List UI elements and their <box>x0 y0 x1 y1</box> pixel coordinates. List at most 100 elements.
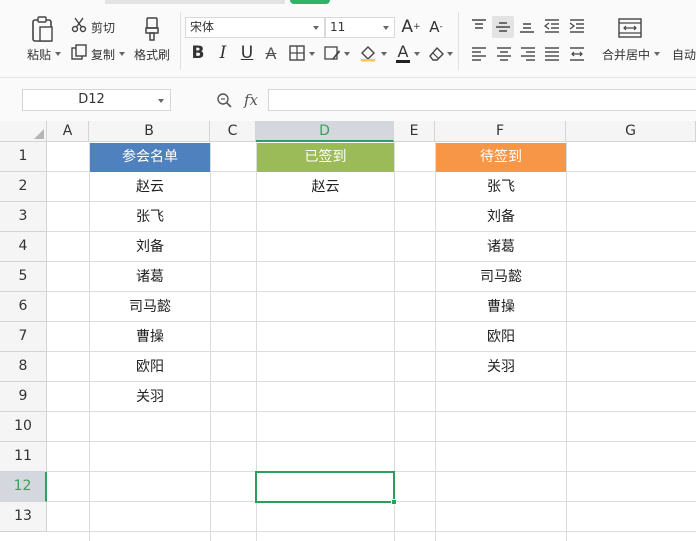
table-cell[interactable]: 赵云 <box>257 173 394 202</box>
table-cell[interactable]: 张飞 <box>90 203 210 232</box>
chevron-down-icon <box>313 26 319 30</box>
distributed-align-icon[interactable] <box>567 44 587 64</box>
header-cell-signed-in[interactable]: 已签到 <box>257 143 394 172</box>
italic-button[interactable]: I <box>213 42 233 64</box>
bold-button[interactable]: B <box>188 42 208 64</box>
align-center-icon[interactable] <box>494 44 514 64</box>
table-cell[interactable]: 刘备 <box>90 233 210 262</box>
row-header-7[interactable]: 7 <box>0 322 47 352</box>
fill-handle[interactable] <box>391 499 397 505</box>
column-header-c[interactable]: C <box>210 121 256 142</box>
font-color-bar <box>396 59 410 63</box>
row-header-1[interactable]: 1 <box>0 142 47 172</box>
table-cell[interactable]: 关羽 <box>436 353 566 382</box>
name-box[interactable]: D12 <box>22 89 171 111</box>
fill-color-dropdown-icon[interactable] <box>381 52 387 56</box>
align-bottom-icon[interactable] <box>517 16 537 36</box>
row-header-9[interactable]: 9 <box>0 382 47 412</box>
cell-style-dropdown-icon[interactable] <box>344 52 350 56</box>
copy-icon[interactable] <box>70 43 88 61</box>
autowrap-button[interactable]: 自动 <box>672 46 696 63</box>
table-cell[interactable]: 司马懿 <box>436 263 566 292</box>
cut-button[interactable]: 剪切 <box>91 19 115 36</box>
header-cell-attendee-list[interactable]: 参会名单 <box>90 143 210 172</box>
clear-dropdown-icon[interactable] <box>447 52 453 56</box>
active-tab-indicator <box>290 0 330 4</box>
table-cell[interactable]: 关羽 <box>90 383 210 412</box>
underline-button[interactable]: U <box>237 42 257 64</box>
row-header-10[interactable]: 10 <box>0 412 47 442</box>
quick-access-strip <box>105 0 285 4</box>
row-header-13[interactable]: 13 <box>0 502 47 532</box>
column-header-f[interactable]: F <box>435 121 566 142</box>
increase-font-size-icon[interactable]: A + <box>400 16 422 38</box>
table-cell[interactable]: 曹操 <box>90 323 210 352</box>
column-header-e[interactable]: E <box>394 121 435 142</box>
chevron-down-icon <box>383 26 389 30</box>
decrease-indent-icon[interactable] <box>542 16 562 36</box>
table-cell[interactable]: 曹操 <box>436 293 566 322</box>
increase-indent-icon[interactable] <box>567 16 587 36</box>
row-header-6[interactable]: 6 <box>0 292 47 322</box>
active-cell-d12[interactable] <box>255 471 397 505</box>
table-cell[interactable]: 欧阳 <box>90 353 210 382</box>
align-top-icon[interactable] <box>469 16 489 36</box>
paste-label[interactable]: 粘贴 <box>27 46 51 63</box>
font-size-value: 11 <box>330 20 346 34</box>
column-header-a[interactable]: A <box>47 121 89 142</box>
formula-bar: D12 fx <box>0 78 696 123</box>
select-all-corner[interactable] <box>0 121 47 142</box>
row-header-5[interactable]: 5 <box>0 262 47 292</box>
formula-input[interactable] <box>268 89 696 111</box>
ribbon-divider <box>458 12 459 70</box>
format-painter-icon[interactable] <box>139 14 165 44</box>
font-size-select[interactable]: 11 <box>325 17 395 38</box>
align-left-icon[interactable] <box>469 44 489 64</box>
clipboard-icon <box>32 16 53 42</box>
row-header-11[interactable]: 11 <box>0 442 47 472</box>
row-header-2[interactable]: 2 <box>0 172 47 202</box>
row-header-4[interactable]: 4 <box>0 232 47 262</box>
row-header-8[interactable]: 8 <box>0 352 47 382</box>
font-name-value: 宋体 <box>190 20 215 34</box>
strikethrough-icon[interactable]: A <box>261 42 281 64</box>
table-cell[interactable]: 赵云 <box>90 173 210 202</box>
table-cell[interactable]: 诸葛 <box>436 233 566 262</box>
paste-dropdown-icon[interactable] <box>55 52 61 56</box>
merge-center-icon[interactable] <box>617 16 643 40</box>
cell-style-icon[interactable] <box>322 43 342 63</box>
table-cell[interactable]: 司马懿 <box>90 293 210 322</box>
merge-center-button[interactable]: 合并居中 <box>602 46 650 63</box>
row-header-3[interactable]: 3 <box>0 202 47 232</box>
column-header-d[interactable]: D <box>256 121 394 142</box>
header-cell-pending[interactable]: 待签到 <box>436 143 566 172</box>
row-header-12[interactable]: 12 <box>0 472 47 502</box>
decrease-font-size-icon[interactable]: A- <box>425 16 447 38</box>
font-color-dropdown-icon[interactable] <box>414 52 420 56</box>
column-header-g[interactable]: G <box>566 121 696 142</box>
font-name-select[interactable]: 宋体 <box>185 17 325 38</box>
border-icon[interactable] <box>287 43 307 63</box>
format-painter-button[interactable]: 格式刷 <box>134 46 170 63</box>
fill-color-icon[interactable] <box>357 43 379 63</box>
align-right-icon[interactable] <box>518 44 538 64</box>
table-cell[interactable]: 刘备 <box>436 203 566 232</box>
paste-button[interactable] <box>27 14 57 44</box>
eraser-icon[interactable] <box>426 43 446 63</box>
table-cell[interactable]: 诸葛 <box>90 263 210 292</box>
insert-function-button[interactable]: fx <box>240 90 262 110</box>
border-dropdown-icon[interactable] <box>309 52 315 56</box>
align-middle-icon[interactable] <box>492 16 514 38</box>
table-cell[interactable]: 张飞 <box>436 173 566 202</box>
zoom-icon[interactable] <box>215 91 233 109</box>
scissors-icon[interactable] <box>70 16 88 34</box>
grid-line <box>47 441 696 442</box>
font-color-button[interactable]: A <box>393 42 413 64</box>
copy-button[interactable]: 复制 <box>91 46 115 63</box>
copy-dropdown-icon[interactable] <box>119 52 125 56</box>
ribbon-toolbar: 粘贴 剪切 复制 格式刷 宋体 11 A + A- B I U A A 合并居中… <box>0 0 696 78</box>
justify-icon[interactable] <box>542 44 562 64</box>
table-cell[interactable]: 欧阳 <box>436 323 566 352</box>
column-header-b[interactable]: B <box>89 121 210 142</box>
merge-dropdown-icon[interactable] <box>654 52 660 56</box>
